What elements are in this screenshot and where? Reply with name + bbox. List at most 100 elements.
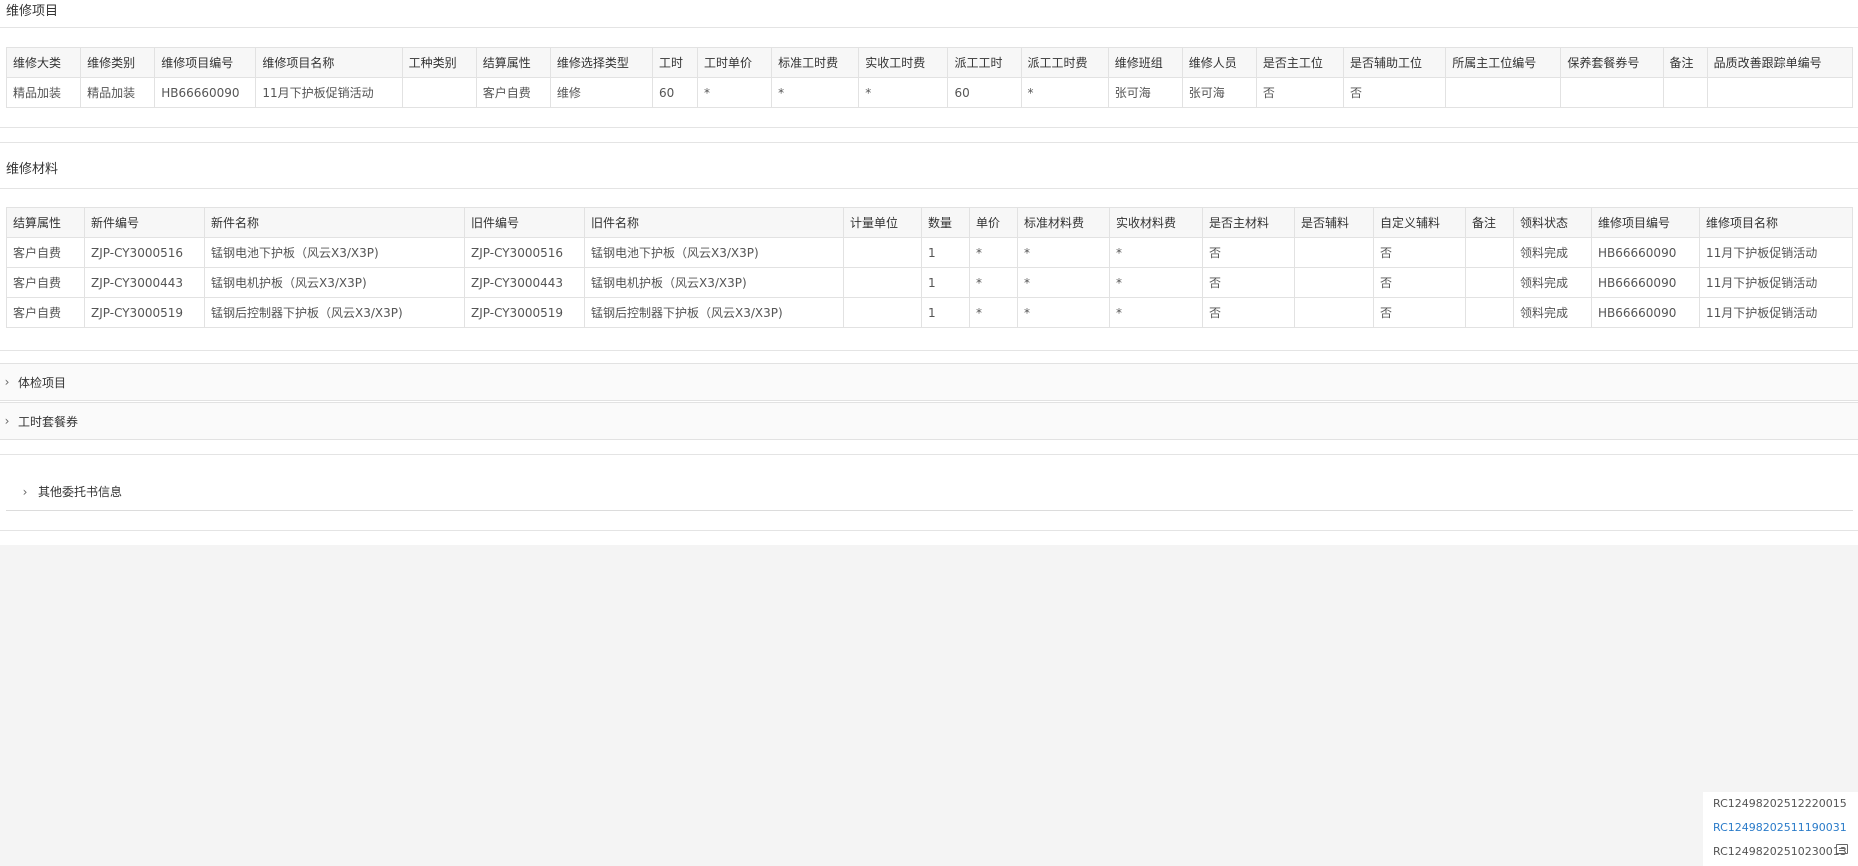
dropdown-option[interactable]: RC12498202510230013	[1703, 840, 1858, 864]
table-cell: *	[1017, 237, 1110, 268]
column-header[interactable]: 实收工时费	[858, 47, 949, 78]
column-header[interactable]: 维修大类	[5, 47, 82, 78]
table-cell: 11月下护板促销活动	[1699, 267, 1853, 298]
table-cell: *	[771, 77, 860, 108]
table-cell: 1	[921, 267, 970, 298]
table-cell: 锰钢后控制器下护板（风云X3/X3P)	[204, 297, 465, 328]
table-cell: 张可海	[1107, 77, 1183, 108]
table-cell: 1	[921, 297, 970, 328]
table-cell: ZJP-CY3000516	[464, 237, 585, 268]
section-label: 其他委托书信息	[38, 485, 123, 499]
column-header[interactable]: 自定义辅料	[1373, 207, 1466, 238]
table-cell	[1294, 237, 1374, 268]
column-header[interactable]: 维修选择类型	[549, 47, 653, 78]
table-cell: 维修	[549, 77, 653, 108]
column-header[interactable]: 派工工时	[947, 47, 1022, 78]
dropdown-option[interactable]: RC12498202512220015	[1703, 792, 1858, 816]
column-header[interactable]: 维修项目编号	[1591, 207, 1700, 238]
table-row[interactable]: 客户自费 ZJP-CY3000443 锰钢电机护板（风云X3/X3P) ZJP-CY3…	[6, 267, 1853, 298]
table-cell: 11月下护板促销活动	[1699, 237, 1853, 268]
column-header[interactable]: 数量	[921, 207, 970, 238]
column-header[interactable]: 维修人员	[1181, 47, 1257, 78]
table-cell	[1294, 297, 1374, 328]
section-labor-coupon[interactable]: › 工时套餐券	[0, 402, 1858, 440]
table-cell: 领料完成	[1513, 237, 1592, 268]
table-cell	[843, 297, 922, 328]
column-header[interactable]: 品质改善跟踪单编号	[1706, 47, 1854, 78]
column-header[interactable]: 标准材料费	[1017, 207, 1110, 238]
table-cell: HB66660090	[154, 77, 257, 108]
column-header[interactable]: 领料状态	[1513, 207, 1592, 238]
table-cell: 客户自费	[475, 77, 551, 108]
table-header-row: 结算属性 新件编号 新件名称 旧件编号 旧件名称 计量单位 数量 单价 标准材料费 实收材料费 是否…	[6, 207, 1853, 238]
column-header[interactable]: 结算属性	[6, 207, 85, 238]
table-cell: 1	[921, 237, 970, 268]
column-header[interactable]: 旧件名称	[584, 207, 844, 238]
section-physical-check[interactable]: › 体检项目	[0, 363, 1858, 401]
column-header[interactable]: 新件名称	[204, 207, 465, 238]
table-cell: 锰钢后控制器下护板（风云X3/X3P)	[584, 297, 844, 328]
column-header[interactable]: 新件编号	[84, 207, 205, 238]
table-header-row: 维修大类 维修类别 维修项目编号 维修项目名称 工种类别 结算属性 维修选择类型 工时 工时单价…	[5, 47, 1854, 78]
table-cell	[843, 267, 922, 298]
column-header[interactable]: 是否辅料	[1294, 207, 1374, 238]
table-cell	[401, 77, 477, 108]
column-header[interactable]: 维修班组	[1107, 47, 1183, 78]
table-cell: 否	[1202, 267, 1295, 298]
column-header[interactable]: 标准工时费	[771, 47, 860, 78]
column-header[interactable]: 工种类别	[401, 47, 477, 78]
column-header[interactable]: 所属主工位编号	[1445, 47, 1562, 78]
table-cell: 60	[947, 77, 1022, 108]
order-number-dropdown: RC12498202512220015 RC12498202511190031 RC…	[1703, 792, 1858, 866]
section-label: 体检项目	[18, 375, 67, 390]
table-cell: 客户自费	[6, 267, 85, 298]
column-header[interactable]: 单价	[969, 207, 1018, 238]
table-cell: *	[1017, 267, 1110, 298]
table-row[interactable]: 客户自费 ZJP-CY3000519 锰钢后控制器下护板（风云X3/X3P) ZJP-…	[6, 297, 1853, 328]
table-cell: *	[1020, 77, 1109, 108]
table-cell: *	[1109, 297, 1203, 328]
column-header[interactable]: 备注	[1662, 47, 1708, 78]
column-header[interactable]: 派工工时费	[1020, 47, 1109, 78]
column-header[interactable]: 结算属性	[475, 47, 551, 78]
table-cell	[1465, 297, 1514, 328]
column-header[interactable]: 实收材料费	[1109, 207, 1203, 238]
column-header[interactable]: 是否辅助工位	[1343, 47, 1447, 78]
table-cell: 否	[1373, 267, 1466, 298]
table-cell: 领料完成	[1513, 297, 1592, 328]
repair-materials-title: 维修材料	[6, 162, 59, 177]
column-header[interactable]: 保养套餐券号	[1560, 47, 1664, 78]
table-cell: ZJP-CY3000516	[84, 237, 205, 268]
column-header[interactable]: 计量单位	[843, 207, 922, 238]
column-header[interactable]: 维修项目名称	[1699, 207, 1853, 238]
column-header[interactable]: 维修类别	[80, 47, 156, 78]
table-row[interactable]: 精品加装 精品加装 HB66660090 11月下护板促销活动 客户自费 维修 60 * * * 6…	[5, 77, 1854, 108]
column-header[interactable]: 维修项目编号	[154, 47, 257, 78]
section-label: 工时套餐券	[18, 414, 79, 429]
divider	[0, 454, 1858, 455]
table-cell: 领料完成	[1513, 267, 1592, 298]
table-cell: 11月下护板促销活动	[1699, 297, 1853, 328]
column-header[interactable]: 工时单价	[697, 47, 773, 78]
table-cell: 否	[1343, 77, 1447, 108]
table-cell: 11月下护板促销活动	[255, 77, 403, 108]
table-cell: 张可海	[1181, 77, 1257, 108]
column-header[interactable]: 工时	[651, 47, 699, 78]
table-row[interactable]: 客户自费 ZJP-CY3000516 锰钢电池下护板（风云X3/X3P) ZJP-CY…	[6, 237, 1853, 268]
table-cell: *	[858, 77, 949, 108]
repair-items-table: 维修大类 维修类别 维修项目编号 维修项目名称 工种类别 结算属性 维修选择类型 工时 工时单价…	[5, 47, 1854, 108]
table-cell: 60	[651, 77, 699, 108]
table-cell: *	[1109, 237, 1203, 268]
column-header[interactable]: 维修项目名称	[255, 47, 403, 78]
column-header[interactable]: 旧件编号	[464, 207, 585, 238]
column-header[interactable]: 是否主工位	[1255, 47, 1345, 78]
column-header[interactable]: 是否主材料	[1202, 207, 1295, 238]
table-cell: 否	[1202, 297, 1295, 328]
section-other-info[interactable]: › 其他委托书信息	[6, 473, 1853, 511]
dropdown-option[interactable]: RC12498202511190031	[1703, 816, 1858, 840]
column-header[interactable]: 备注	[1465, 207, 1514, 238]
table-cell	[1465, 267, 1514, 298]
table-cell: 否	[1373, 237, 1466, 268]
divider	[0, 188, 1858, 189]
message-icon[interactable]	[1836, 844, 1848, 854]
